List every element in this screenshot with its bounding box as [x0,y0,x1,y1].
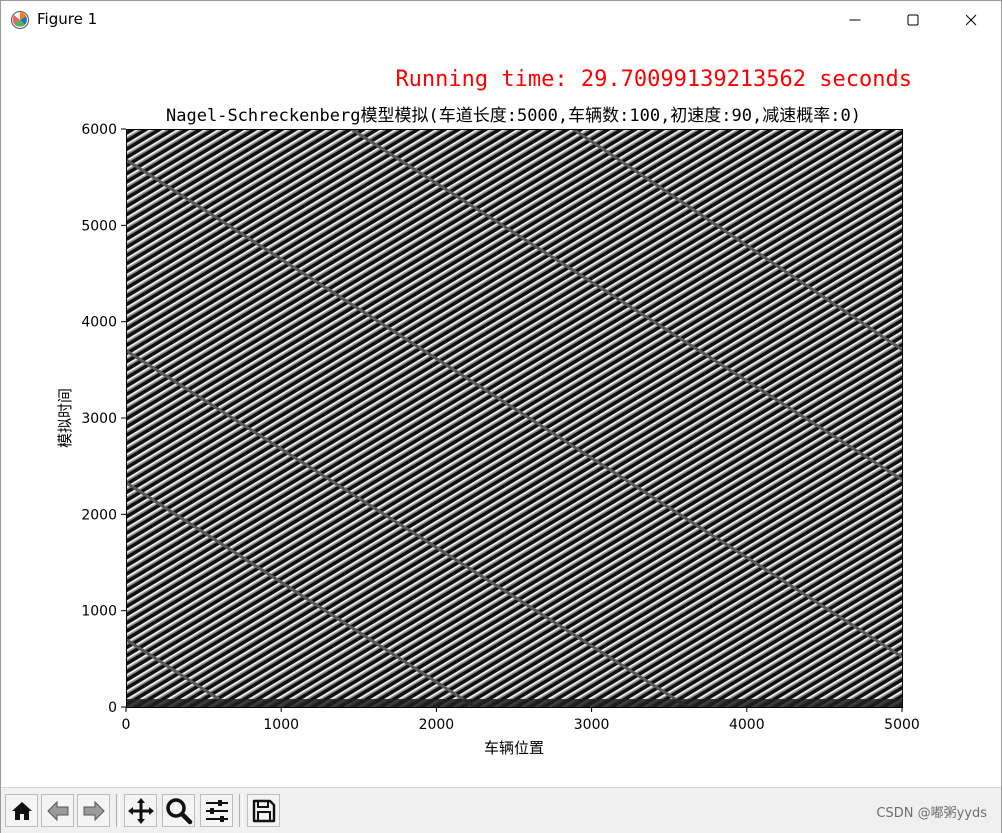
window-title: Figure 1 [37,10,98,28]
maximize-icon [907,14,919,26]
csdn-watermark: CSDN @嘟粥yyds [876,806,987,821]
title-bar[interactable]: Figure 1 [1,1,1001,39]
home-button[interactable] [5,794,38,827]
y-tick-label: 0 [108,700,117,716]
minimize-icon [849,19,861,21]
y-axis-label: 模拟时间 [56,388,74,448]
pan-button[interactable] [124,794,157,827]
plot-area [126,129,902,707]
back-icon [46,800,68,821]
forward-icon [83,800,105,821]
y-tick-label: 6000 [81,122,117,138]
configure-subplots-button[interactable] [200,794,233,827]
heatmap-image [126,129,902,707]
y-tick-label: 5000 [81,218,117,234]
matplotlib-icon [11,11,29,29]
maximize-button[interactable] [884,1,942,39]
pan-icon [127,797,154,824]
figure-canvas[interactable]: Running time: 29.70099139213562 seconds … [1,39,1001,787]
save-icon [252,799,275,822]
toolbar-separator [116,794,120,827]
zoom-button[interactable] [162,794,195,827]
x-tick-label: 0 [122,717,131,733]
x-axis-label: 车辆位置 [484,739,544,757]
x-tick-label: 3000 [574,717,610,733]
zoom-icon [165,797,192,824]
close-icon [965,14,977,26]
figure-window: Figure 1 Running time: 29.70099139213562… [0,0,1002,833]
x-tick-label: 5000 [884,717,920,733]
y-tick-label: 2000 [81,507,117,523]
minimize-button[interactable] [826,1,884,39]
x-tick-label: 2000 [419,717,455,733]
save-button[interactable] [247,794,280,827]
y-tick-label: 1000 [81,604,117,620]
y-tick-label: 3000 [81,411,117,427]
configure-subplots-icon [205,799,228,822]
close-button[interactable] [942,1,1000,39]
back-button[interactable] [41,794,74,827]
home-icon [11,801,32,820]
toolbar-separator [239,794,243,827]
heatmap-chart[interactable]: 0 1000 2000 3000 4000 5000 0 1000 2000 3000 4000 5… [1,39,1001,787]
x-tick-label: 1000 [263,717,299,733]
forward-button[interactable] [77,794,110,827]
navigation-toolbar: CSDN @嘟粥yyds [1,787,1001,833]
bottom-noise-band [126,699,902,707]
y-tick-label: 4000 [81,315,117,331]
x-tick-label: 4000 [729,717,765,733]
